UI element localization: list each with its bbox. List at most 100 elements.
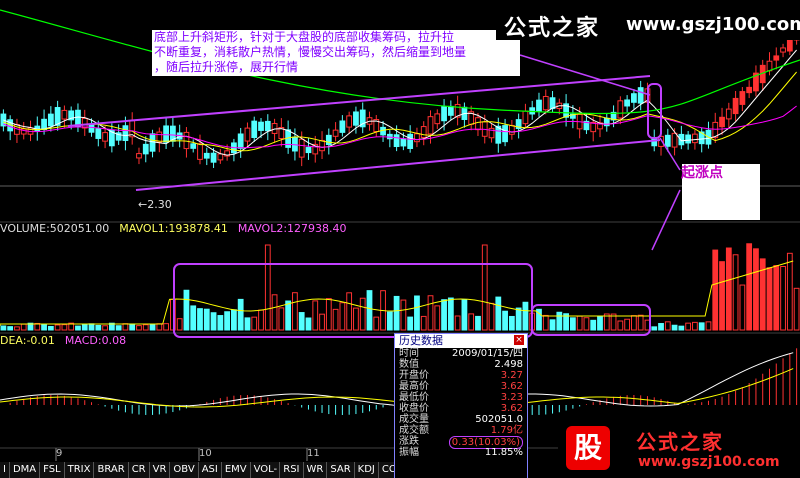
candle-body — [136, 153, 142, 159]
candle-body — [264, 120, 271, 132]
close-icon[interactable]: × — [514, 335, 524, 345]
volume-bar — [359, 297, 366, 331]
volume-bar — [698, 322, 705, 331]
candle-body — [420, 126, 427, 138]
volume-bar — [631, 315, 637, 331]
volume-bar — [142, 324, 149, 331]
candle-body — [692, 133, 698, 144]
indicator-tab[interactable]: CR — [129, 462, 150, 478]
volume-bar — [366, 290, 373, 331]
candle-body — [475, 117, 481, 131]
watermark-name: 公式之家 — [504, 16, 601, 41]
history-row: 振幅 11.85% — [395, 447, 527, 458]
candle-body — [258, 121, 264, 131]
candle-body — [353, 111, 359, 126]
candle-body — [102, 132, 108, 142]
volume-bar — [400, 299, 407, 331]
dea-value: DEA:-0.01 — [0, 334, 55, 347]
indicator-tab[interactable]: BRAR — [94, 462, 129, 478]
history-row-label: 振幅 — [399, 447, 419, 458]
indicator-tab[interactable]: KDJ — [355, 462, 379, 478]
candle-body — [346, 115, 353, 128]
annotation-overlay — [67, 54, 681, 338]
candle-body — [203, 152, 210, 159]
volume-bar — [136, 325, 142, 331]
volume-bar — [14, 326, 20, 331]
candle-body — [719, 116, 725, 128]
volume-bar — [278, 307, 285, 331]
indicator-tab[interactable]: RSI — [280, 462, 304, 478]
candle-body — [61, 109, 68, 120]
volume-bar — [332, 308, 339, 331]
history-window-titlebar[interactable]: 历史数据 × — [395, 334, 527, 348]
candle-body — [163, 125, 169, 143]
volume-bar — [773, 265, 780, 331]
candle-body — [685, 134, 692, 144]
history-row-value: 502051.0 — [475, 414, 523, 425]
volume-bar — [746, 243, 753, 331]
volume-bar — [488, 302, 495, 331]
volume-bar — [47, 325, 54, 331]
candle-body — [732, 97, 739, 115]
volume-bar — [258, 309, 264, 331]
history-data-window[interactable]: 历史数据 × 时间 2009/01/15/四 数值 2.498 开盘价 3.27 最高价 3.… — [394, 333, 528, 478]
volume-bar — [786, 252, 793, 331]
macd-value: MACD:0.08 — [64, 334, 127, 347]
volume-bar — [0, 325, 7, 331]
volume-value: VOLUME:502051.00 — [0, 222, 110, 235]
volume-bar — [441, 299, 447, 331]
volume-bar — [41, 323, 47, 331]
history-row-value: 11.85% — [484, 447, 523, 458]
indicator-tab[interactable]: VOL-TDX — [251, 462, 281, 478]
volume-bar — [556, 311, 563, 331]
candle-body — [305, 147, 312, 154]
volume-bar — [712, 249, 719, 331]
indicator-tab[interactable]: SAR — [327, 462, 355, 478]
history-row-value: 3.62 — [500, 403, 523, 414]
volume-bar — [522, 301, 529, 331]
indicator-tab[interactable]: WR — [304, 462, 328, 478]
indicator-tab[interactable]: VR — [150, 462, 171, 478]
stock-chart-window: 底部上升斜矩形，针对于大盘股的底部收集筹码，拉升拉 不断重复，消耗散户热情，慢慢… — [0, 0, 800, 478]
candle-body — [292, 136, 298, 152]
volume-bar — [129, 323, 136, 331]
indicator-tab[interactable]: I — [0, 462, 10, 478]
volume-bar — [305, 317, 312, 331]
candle-body — [746, 86, 753, 94]
volume-bar — [203, 308, 210, 331]
candle-body — [332, 129, 339, 137]
volume-info: VOLUME:502051.00 MAVOL1:193878.41 MAVOL2:1… — [0, 222, 357, 235]
volume-bar — [597, 316, 603, 331]
volume-bar — [163, 323, 169, 331]
candle-body — [41, 118, 47, 131]
indicator-tab[interactable]: EMV — [222, 462, 251, 478]
volume-bar — [217, 315, 224, 331]
volume-bar — [7, 326, 14, 331]
candle-body — [671, 132, 678, 148]
candle-body — [739, 91, 746, 105]
candle-body — [536, 99, 542, 112]
indicator-tab[interactable]: ASI — [199, 462, 222, 478]
candle-body — [725, 108, 732, 120]
rise-point-label: 起涨点 — [681, 165, 723, 181]
candle-body — [664, 134, 671, 147]
history-row-value: 3.62 — [500, 381, 523, 392]
volume-bar — [319, 313, 325, 331]
candle-body — [244, 127, 251, 142]
indicator-tab[interactable]: FSL — [40, 462, 65, 478]
volume-bar — [149, 324, 156, 331]
volume-bar — [61, 324, 68, 331]
watermark-top: 公式之家 www.gszj100.com — [496, 6, 800, 41]
logo-glyph: 股 — [566, 426, 610, 470]
history-row: 最高价 3.62 — [395, 381, 527, 392]
candle-body — [549, 97, 556, 110]
volume-bar — [414, 295, 420, 331]
volume-bar — [658, 323, 664, 331]
history-row: 成交额 1.79亿 — [395, 425, 527, 436]
indicator-tab[interactable]: TRIX — [65, 462, 95, 478]
candle-body — [251, 120, 258, 138]
indicator-tab[interactable]: OBV — [170, 462, 199, 478]
indicator-tab[interactable]: DMA — [10, 462, 41, 478]
volume-bar — [102, 325, 108, 331]
candle-body — [339, 120, 346, 133]
